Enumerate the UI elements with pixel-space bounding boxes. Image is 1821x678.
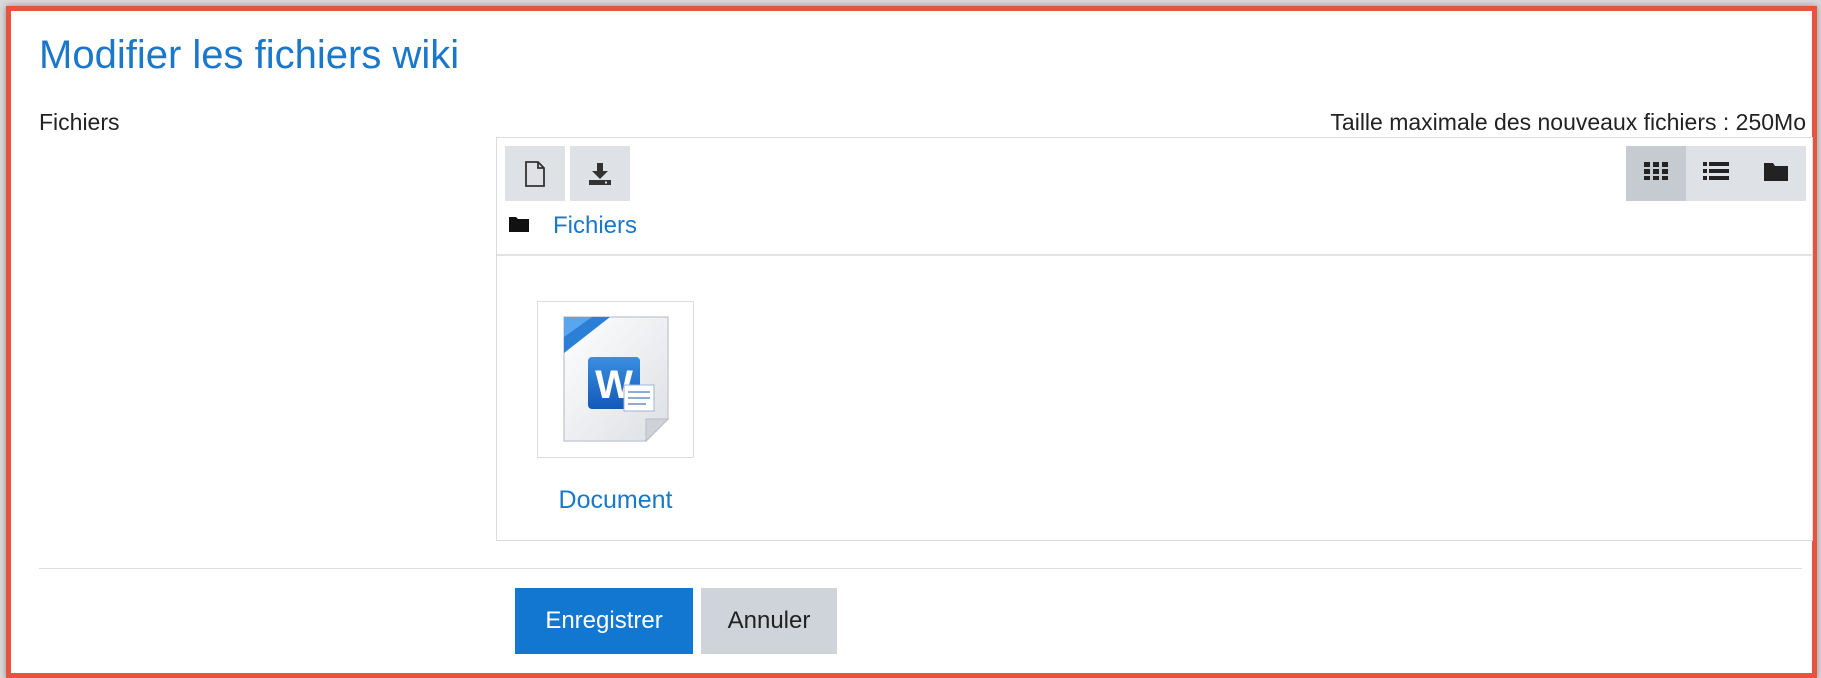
folder-icon (509, 216, 529, 237)
view-list-button[interactable] (1686, 146, 1746, 201)
view-icons-button[interactable] (1626, 146, 1686, 201)
grid-icon (1643, 161, 1669, 186)
file-manager-header: Fichiers (497, 138, 1812, 256)
breadcrumb: Fichiers (509, 212, 637, 240)
cancel-button[interactable]: Annuler (701, 588, 837, 654)
list-icon (1702, 161, 1730, 186)
file-thumbnail: W (537, 301, 694, 458)
view-tree-button[interactable] (1746, 146, 1806, 201)
save-button[interactable]: Enregistrer (515, 588, 693, 654)
download-all-button[interactable] (570, 146, 630, 201)
file-manager: Fichiers W Document (496, 137, 1813, 541)
view-mode-switcher (1626, 146, 1806, 201)
folder-icon (1763, 160, 1789, 187)
page-title: Modifier les fichiers wiki (39, 33, 460, 77)
max-file-size-notice: Taille maximale des nouveaux fichiers : … (1330, 109, 1806, 135)
download-icon (587, 162, 613, 186)
file-icon (524, 160, 546, 187)
word-document-icon: W (552, 307, 680, 452)
file-item[interactable]: W Document (537, 301, 694, 515)
edit-wiki-files-panel: Modifier les fichiers wiki Fichiers Tail… (6, 6, 1817, 678)
form-divider (39, 568, 1802, 569)
breadcrumb-link-files[interactable]: Fichiers (553, 212, 637, 240)
file-name[interactable]: Document (537, 486, 694, 515)
add-file-button[interactable] (505, 146, 565, 201)
files-field-label: Fichiers (39, 109, 120, 135)
